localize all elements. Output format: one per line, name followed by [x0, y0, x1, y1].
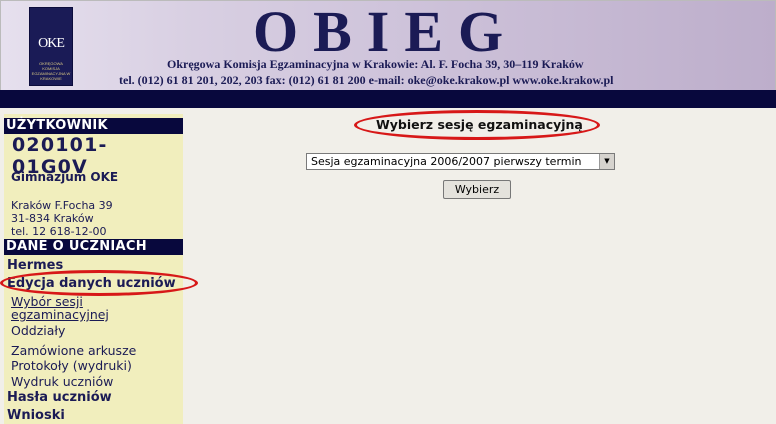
header-contact: tel. (012) 61 81 201, 202, 203 fax: (012…: [119, 73, 614, 87]
nav-ordered-sheets[interactable]: Zamówione arkusze: [11, 343, 136, 358]
nav-session-choice-cont[interactable]: egzaminacyjnej: [11, 307, 109, 322]
user-section-header: UŻYTKOWNIK: [4, 118, 183, 134]
app-title: OBIEG: [253, 0, 519, 64]
nav-protocols[interactable]: Protokoły (wydruki): [11, 358, 132, 373]
school-address-line: 31-834 Kraków: [11, 212, 94, 225]
school-name: Gimnazjum OKE: [11, 170, 119, 184]
school-address-line: Kraków F.Focha 39: [11, 199, 113, 212]
sidebar: UŻYTKOWNIK 020101-01G0V Gimnazjum OKE Kr…: [4, 114, 183, 424]
nav-passwords[interactable]: Hasła uczniów: [7, 390, 112, 405]
nav-classes[interactable]: Oddziały: [11, 323, 65, 338]
header-address: Okręgowa Komisja Egzaminacyjna w Krakowi…: [167, 57, 584, 71]
logo-mark: OKE: [38, 36, 65, 51]
nav-hermes[interactable]: Hermes: [7, 258, 63, 273]
header-banner: OKE OKRĘGOWA KOMISJA EGZAMINACYJNA W KRA…: [0, 0, 776, 90]
page: OKE OKRĘGOWA KOMISJA EGZAMINACYJNA W KRA…: [0, 0, 776, 424]
page-heading: Wybierz sesję egzaminacyjną: [376, 117, 583, 132]
nav-students-printout[interactable]: Wydruk uczniów: [11, 374, 113, 389]
logo-subtitle: OKRĘGOWA KOMISJA EGZAMINACYJNA W KRAKOWI…: [31, 61, 71, 81]
session-select[interactable]: Sesja egzaminacyjna 2006/2007 pierwszy t…: [306, 153, 615, 170]
school-address-line: tel. 12 618-12-00: [11, 225, 107, 238]
students-section-header: DANE O UCZNIACH: [4, 239, 183, 255]
dropdown-arrow-icon[interactable]: ▼: [599, 154, 614, 169]
oke-logo: OKE OKRĘGOWA KOMISJA EGZAMINACYJNA W KRA…: [29, 7, 73, 86]
navy-bar: [0, 90, 776, 108]
choose-button[interactable]: Wybierz: [443, 180, 511, 199]
session-select-value: Sesja egzaminacyjna 2006/2007 pierwszy t…: [311, 155, 582, 168]
nav-requests[interactable]: Wnioski: [7, 408, 65, 423]
nav-edit-students[interactable]: Edycja danych uczniów: [7, 276, 176, 291]
